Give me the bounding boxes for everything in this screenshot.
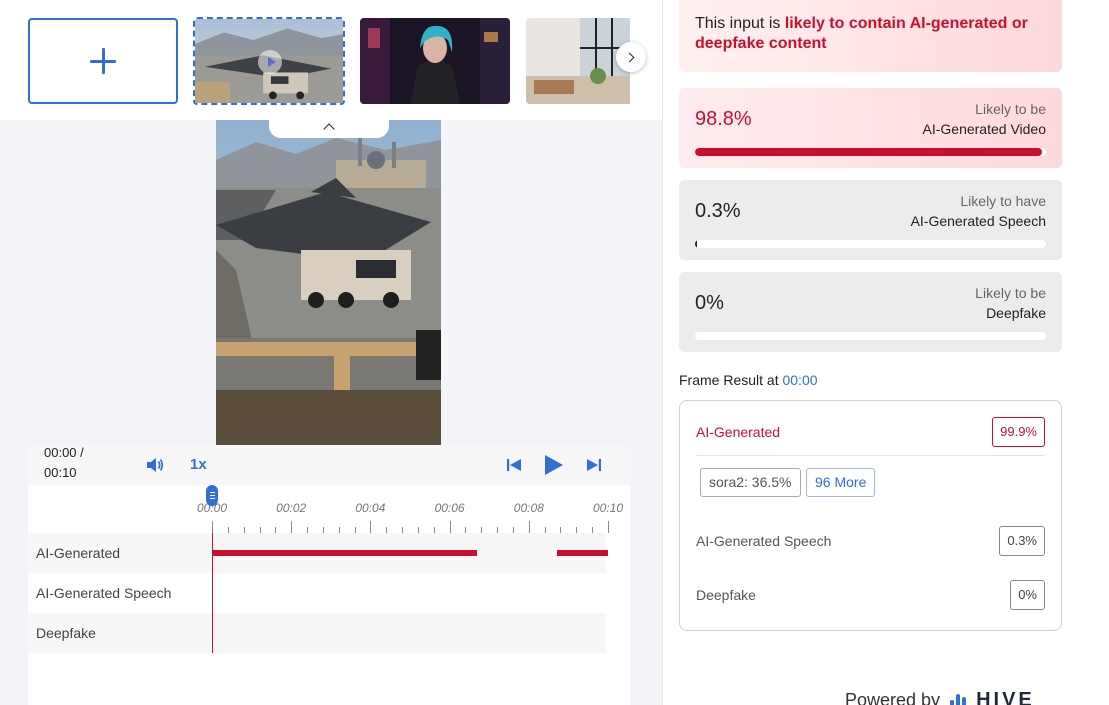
score-bar [695,148,1046,156]
tick-mark [449,521,451,533]
gallery-next-button[interactable] [616,42,646,72]
score-class: AI-Generated Speech [910,213,1046,229]
frame-result-time: 00:00 [782,372,818,388]
score-caption: Likely to be [975,285,1046,301]
upload-button[interactable] [28,18,178,104]
score-class: AI-Generated Video [922,121,1047,137]
track-label: AI-Generated Speech [36,585,172,601]
hive-brand: HIVE [976,689,1035,705]
player-controls: 00:00 / 00:10 1x [28,445,630,485]
score-card-ai-generated-speech: 0.3% Likely to have AI-Generated Speech [679,180,1062,260]
frame-row-score-badge: 99.9% [992,417,1045,447]
collapse-gallery-button[interactable] [269,114,389,138]
timeline-ticks [212,519,609,533]
frame-row-deepfake: Deepfake 0% [696,580,1045,610]
frame-row-divider [696,455,1045,456]
score-bar-fill [695,148,1042,156]
tick-mark [608,521,609,533]
tick-mark [528,521,530,533]
video-frame-image [216,120,441,445]
frame-row-ai-generated-speech: AI-Generated Speech 0.3% [696,526,1045,556]
powered-by-text: Powered by [845,690,941,705]
score-bar [695,240,1046,248]
score-class: Deepfake [986,305,1046,321]
verdict-banner: This input is likely to contain AI-gener… [679,0,1062,72]
tick-mark [370,521,372,533]
time-current: 00:00 / [44,445,84,460]
tick-mark [212,521,213,533]
thumbnail-image [526,18,630,104]
skip-forward-icon[interactable] [586,458,602,472]
track-label: AI-Generated [36,545,121,561]
tick-label: 00:08 [513,501,544,515]
frame-row-label: AI-Generated [696,424,781,440]
tick-label: 00:06 [434,501,465,515]
timeline-scrubber-handle[interactable] [206,485,218,506]
tick-label: 00:04 [355,501,386,515]
track-label: Deepfake [36,625,96,641]
skip-back-icon[interactable] [506,458,522,472]
hive-logo-icon [950,692,967,705]
frame-result-title: Frame Result at 00:00 [679,372,818,388]
score-bar [695,332,1046,340]
track-ai-generated-speech: AI-Generated Speech [28,573,606,613]
plus-icon [90,48,116,74]
model-chip-sora2: sora2: 36.5% [700,468,801,497]
track-ai-generated: AI-Generated [28,533,608,573]
thumbnail-image [360,18,510,104]
score-percent: 0% [695,292,724,314]
volume-icon[interactable] [146,457,164,473]
video-preview[interactable] [216,120,441,445]
verdict-prefix: This input is [695,15,785,32]
frame-row-label: AI-Generated Speech [696,533,832,549]
tick-label: 00:02 [276,501,307,515]
detection-segment [556,550,608,556]
playback-speed-button[interactable]: 1x [190,456,207,473]
media-gallery [0,0,662,120]
left-panel: 00:00 / 00:10 1x 00:00 00:02 00:04 00:06… [0,0,662,705]
thumbnail-video-selected[interactable] [193,17,345,105]
frame-row-ai-generated: AI-Generated 99.9% [696,417,1045,447]
tick-label: 00:10 [592,501,624,515]
score-card-deepfake: 0% Likely to be Deepfake [679,272,1062,352]
score-percent: 0.3% [695,200,741,222]
panel-divider [662,0,663,705]
time-display: 00:00 / 00:10 [44,445,104,483]
play-icon[interactable] [542,454,564,476]
score-bar-fill [695,240,697,248]
frame-result-panel: AI-Generated 99.9% sora2: 36.5% 96 More … [679,400,1062,631]
timeline-playhead [212,533,213,653]
frame-row-score-badge: 0.3% [999,526,1045,556]
more-models-button[interactable]: 96 More [806,468,876,497]
score-caption: Likely to have [960,193,1046,209]
track-deepfake: Deepfake [28,613,606,653]
frame-row-label: Deepfake [696,587,756,603]
frame-result-prefix: Frame Result at [679,372,783,388]
video-player: 00:00 / 00:10 1x 00:00 00:02 00:04 00:06… [28,445,630,705]
powered-by-footer: Powered by HIVE [845,689,1035,705]
thumbnail-image-3[interactable] [526,18,630,104]
tick-mark [291,521,293,533]
score-percent: 98.8% [695,108,752,130]
play-icon [258,50,282,74]
thumbnail-image-2[interactable] [360,18,510,104]
score-caption: Likely to be [975,101,1046,117]
timeline-ruler[interactable]: 00:00 00:02 00:04 00:06 00:08 00:10 [28,485,630,533]
frame-row-score-badge: 0% [1010,580,1045,610]
time-total: 00:10 [44,465,77,480]
detection-segment [212,550,478,556]
score-card-ai-generated-video: 98.8% Likely to be AI-Generated Video [679,88,1062,168]
